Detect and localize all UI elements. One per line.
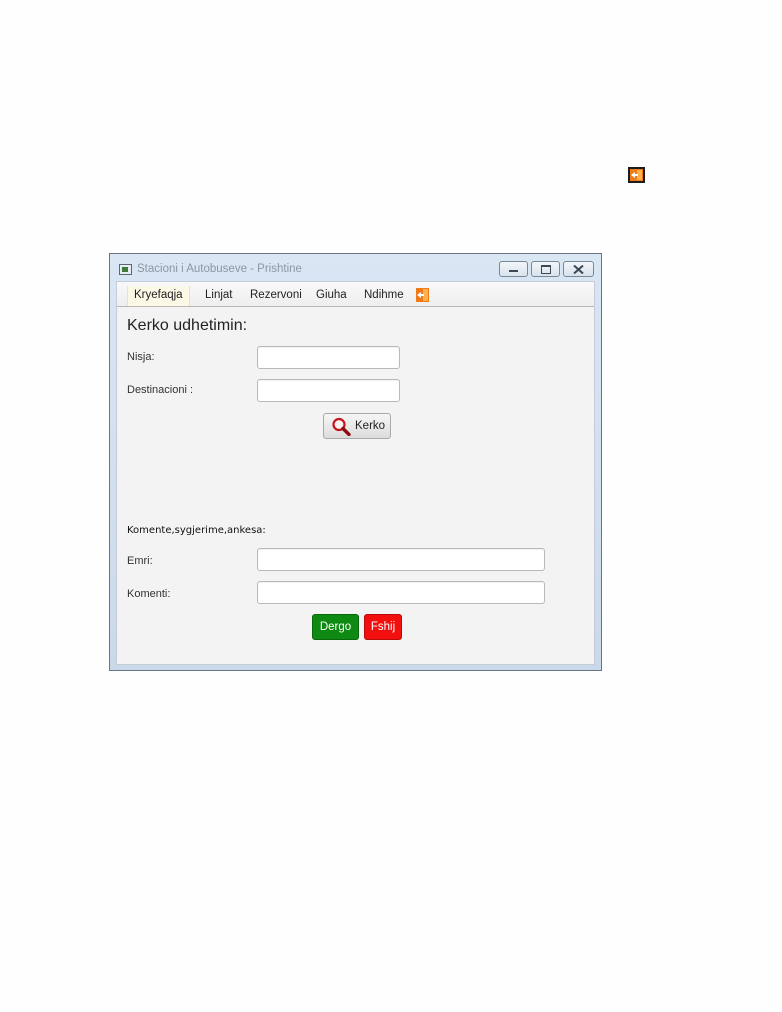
destinacioni-field[interactable] [257, 379, 400, 402]
minimize-button[interactable] [499, 261, 528, 277]
menu-bar: Kryefaqja Linjat Rezervoni Giuha Ndihme [117, 282, 594, 307]
nisja-label: Nisja: [127, 351, 155, 363]
menu-item-linjat[interactable]: Linjat [199, 286, 239, 306]
clear-button[interactable]: Fshij [364, 614, 402, 640]
search-button-label: Kerko [355, 420, 386, 432]
emri-field[interactable] [257, 548, 545, 571]
maximize-button[interactable] [531, 261, 560, 277]
window-content: Kryefaqja Linjat Rezervoni Giuha Ndihme … [116, 281, 595, 665]
app-icon [119, 264, 132, 275]
app-window: Stacioni i Autobuseve - Prishtine Kryefa… [109, 253, 602, 671]
send-button[interactable]: Dergo [312, 614, 359, 640]
window-title: Stacioni i Autobuseve - Prishtine [137, 263, 302, 275]
menu-item-rezervoni[interactable]: Rezervoni [244, 286, 308, 306]
close-icon [573, 264, 584, 275]
komenti-field[interactable] [257, 581, 545, 604]
emri-label: Emri: [127, 555, 153, 567]
komenti-label: Komenti: [127, 588, 171, 600]
menu-item-ndihme[interactable]: Ndihme [358, 286, 410, 306]
nisja-field[interactable] [257, 346, 400, 369]
destinacioni-label: Destinacioni : [127, 384, 194, 396]
exit-icon[interactable] [416, 287, 433, 303]
maximize-icon [540, 265, 551, 274]
minimize-icon [509, 270, 518, 272]
search-button[interactable]: Kerko [323, 413, 391, 439]
magnifier-icon [332, 417, 351, 436]
feedback-title: Komente,sygjerime,ankesa: [127, 525, 266, 536]
search-heading: Kerko udhetimin: [127, 317, 248, 334]
menu-item-giuha[interactable]: Giuha [310, 286, 353, 306]
close-button[interactable] [563, 261, 594, 277]
title-bar[interactable]: Stacioni i Autobuseve - Prishtine [110, 254, 601, 281]
exit-icon[interactable] [628, 167, 645, 183]
menu-item-kryefaqja[interactable]: Kryefaqja [127, 286, 190, 306]
